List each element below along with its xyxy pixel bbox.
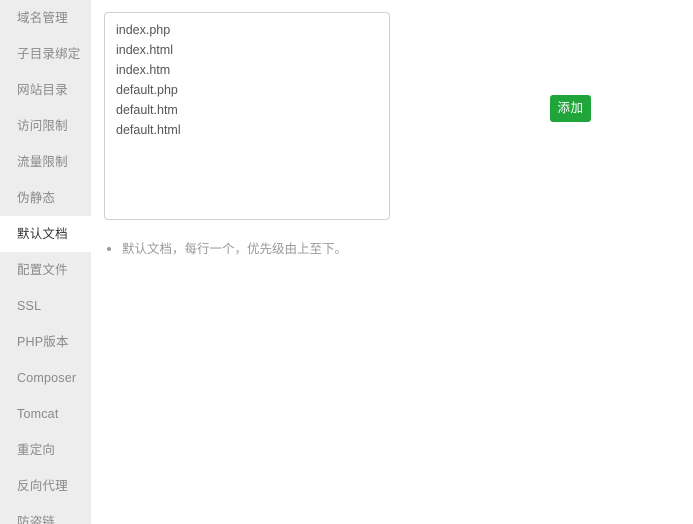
sidebar-item-composer[interactable]: Composer [0, 360, 91, 396]
sidebar-item-label: 网站目录 [17, 83, 68, 97]
site-settings-panel: 域名管理 子目录绑定 网站目录 访问限制 流量限制 伪静态 默认文档 配置文件 … [0, 0, 693, 524]
sidebar-item-label: 流量限制 [17, 155, 68, 169]
sidebar-item-default-document[interactable]: 默认文档 [0, 216, 91, 252]
sidebar-item-php-version[interactable]: PHP版本 [0, 324, 91, 360]
sidebar-item-label: 默认文档 [17, 227, 68, 241]
sidebar-item-label: Composer [17, 371, 77, 385]
sidebar-item-label: 配置文件 [17, 263, 68, 277]
settings-sidebar: 域名管理 子目录绑定 网站目录 访问限制 流量限制 伪静态 默认文档 配置文件 … [0, 0, 91, 524]
sidebar-item-label: 反向代理 [17, 479, 68, 493]
sidebar-item-anti-leech[interactable]: 防盗链 [0, 504, 91, 524]
sidebar-item-ssl[interactable]: SSL [0, 288, 91, 324]
sidebar-item-subdirectory-binding[interactable]: 子目录绑定 [0, 36, 91, 72]
sidebar-item-label: 重定向 [17, 443, 56, 457]
sidebar-item-reverse-proxy[interactable]: 反向代理 [0, 468, 91, 504]
sidebar-item-label: Tomcat [17, 407, 59, 421]
sidebar-item-traffic-limit[interactable]: 流量限制 [0, 144, 91, 180]
sidebar-item-label: 子目录绑定 [17, 47, 81, 61]
sidebar-item-label: SSL [17, 299, 42, 313]
default-document-content: 添加 默认文档，每行一个，优先级由上至下。 [91, 0, 693, 524]
sidebar-item-access-restriction[interactable]: 访问限制 [0, 108, 91, 144]
hint-item: 默认文档，每行一个，优先级由上至下。 [104, 240, 347, 258]
sidebar-item-label: 访问限制 [17, 119, 68, 133]
sidebar-item-label: 域名管理 [17, 11, 68, 25]
sidebar-item-website-directory[interactable]: 网站目录 [0, 72, 91, 108]
sidebar-item-domain-management[interactable]: 域名管理 [0, 0, 91, 36]
add-button[interactable]: 添加 [550, 95, 591, 122]
sidebar-item-label: 防盗链 [17, 515, 56, 524]
hint-list: 默认文档，每行一个，优先级由上至下。 [104, 240, 347, 258]
default-document-textarea[interactable] [104, 12, 390, 220]
sidebar-item-redirect[interactable]: 重定向 [0, 432, 91, 468]
sidebar-item-label: 伪静态 [17, 191, 56, 205]
sidebar-item-pseudo-static[interactable]: 伪静态 [0, 180, 91, 216]
sidebar-item-tomcat[interactable]: Tomcat [0, 396, 91, 432]
sidebar-item-config-file[interactable]: 配置文件 [0, 252, 91, 288]
sidebar-item-label: PHP版本 [17, 335, 69, 349]
